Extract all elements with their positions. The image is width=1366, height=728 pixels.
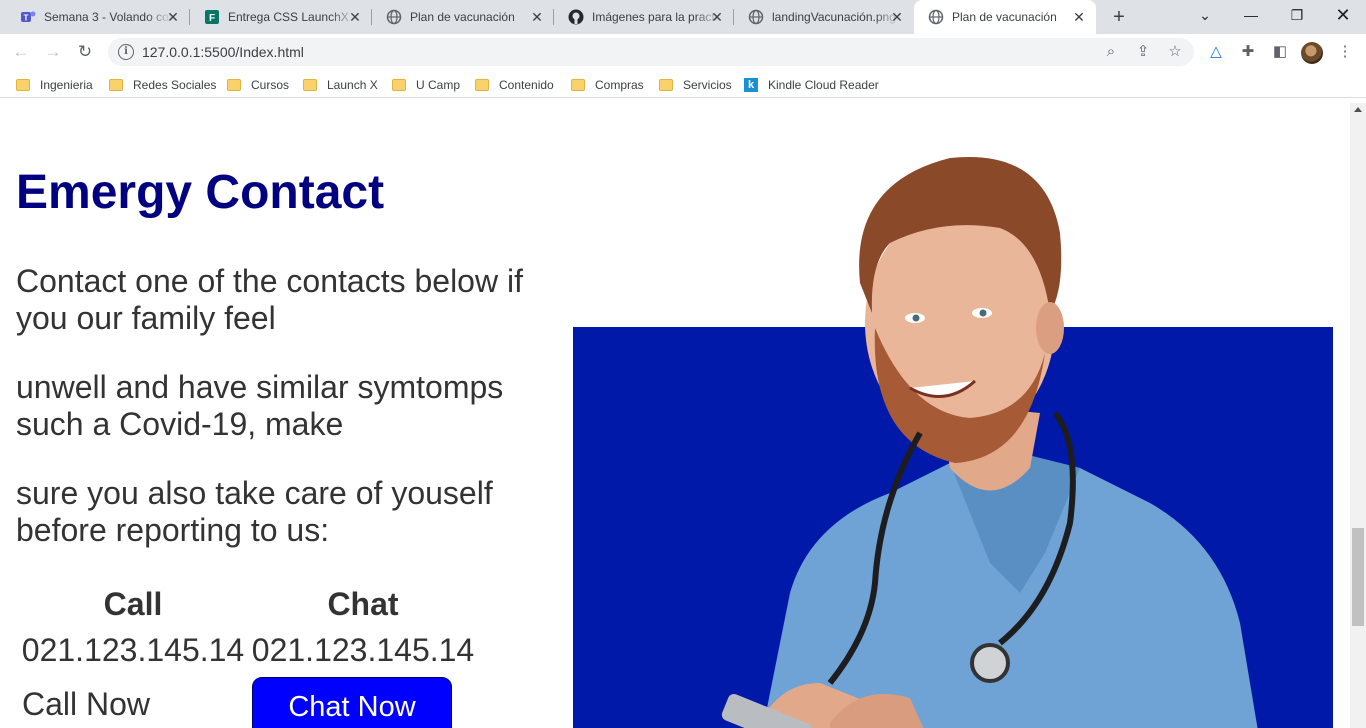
reload-button[interactable]: ↻ (74, 41, 96, 63)
folder-icon (109, 79, 123, 91)
tab-plan-vacunacion-1[interactable]: Plan de vacunación ✕ (372, 0, 554, 34)
page-heading: Emergy Contact (16, 166, 385, 219)
svg-text:T: T (24, 14, 29, 23)
url-text: 127.0.0.1:5500/Index.html (142, 44, 304, 60)
bookmark-cursos[interactable]: Cursos (227, 75, 289, 95)
side-panel-icon[interactable]: ◧ (1271, 43, 1289, 61)
tab-semana-3[interactable]: T Semana 3 - Volando con CSS ✕ (6, 0, 190, 34)
bookmarks-bar: Ingenieria Redes Sociales Cursos Launch … (0, 70, 1366, 98)
extensions-icon[interactable]: ✚ (1239, 43, 1257, 61)
bookmark-label: Servicios (683, 78, 732, 92)
forward-button[interactable]: → (42, 41, 64, 63)
intro-paragraph-3: sure you also take care of youself befor… (16, 475, 493, 548)
bookmark-ingenieria[interactable]: Ingenieria (16, 75, 93, 95)
chat-header: Chat (327, 586, 399, 622)
folder-icon (16, 79, 30, 91)
globe-icon (748, 9, 764, 25)
tab-title: Entrega CSS LaunchX (228, 10, 349, 24)
folder-icon (571, 79, 585, 91)
minimize-button[interactable]: — (1228, 0, 1274, 30)
tab-imagenes-practica[interactable]: Imágenes para la practica ✕ (554, 0, 734, 34)
vertical-scrollbar[interactable] (1350, 103, 1366, 728)
chat-number: 021.123.145.14 (251, 632, 475, 668)
profile-avatar[interactable] (1301, 42, 1323, 64)
page-viewport: Emergy Contact Contact one of the contac… (0, 103, 1350, 728)
back-button[interactable]: ← (10, 41, 32, 63)
intro-paragraph-1: Contact one of the contacts below if you… (16, 263, 523, 336)
drive-extension-icon[interactable]: △ (1207, 43, 1225, 61)
close-icon[interactable]: ✕ (1072, 10, 1086, 24)
bookmark-servicios[interactable]: Servicios (659, 75, 732, 95)
close-icon[interactable]: ✕ (348, 10, 362, 24)
bookmark-contenido[interactable]: Contenido (475, 75, 554, 95)
tab-title: landingVacunación.png (772, 10, 896, 24)
bookmark-label: Ingenieria (40, 78, 93, 92)
bookmark-kindle[interactable]: k Kindle Cloud Reader (744, 75, 879, 95)
globe-icon (928, 9, 944, 25)
folder-icon (303, 79, 317, 91)
bookmark-label: Compras (595, 78, 644, 92)
svg-text:F: F (209, 13, 215, 24)
scrollbar-thumb[interactable] (1352, 528, 1364, 626)
close-window-button[interactable]: ✕ (1320, 0, 1366, 30)
folder-icon (659, 79, 673, 91)
folder-icon (392, 79, 406, 91)
close-icon[interactable]: ✕ (166, 10, 180, 24)
tab-landing-png[interactable]: landingVacunación.png ✕ (734, 0, 914, 34)
globe-icon (386, 9, 402, 25)
bookmark-label: U Camp (416, 78, 461, 92)
address-bar[interactable]: i 127.0.0.1:5500/Index.html ⌕ ⇪ ☆ (108, 38, 1194, 66)
tab-title: Plan de vacunación (410, 10, 515, 24)
bookmark-label: Contenido (499, 78, 554, 92)
call-number: 021.123.145.14 (21, 632, 245, 668)
close-icon[interactable]: ✕ (530, 10, 544, 24)
scroll-up-arrow-icon[interactable] (1354, 107, 1362, 112)
restore-button[interactable]: ❐ (1274, 0, 1320, 30)
chat-now-button[interactable]: Chat Now (252, 677, 452, 728)
tab-strip: T Semana 3 - Volando con CSS ✕ F Entrega… (0, 0, 1366, 34)
close-icon[interactable]: ✕ (890, 10, 904, 24)
bookmark-label: Kindle Cloud Reader (768, 78, 879, 92)
kindle-icon: k (744, 78, 758, 92)
tab-plan-vacunacion-active[interactable]: Plan de vacunación ✕ (914, 0, 1096, 34)
bookmark-label: Cursos (251, 78, 290, 92)
tab-title: Imágenes para la practica (592, 10, 720, 24)
folder-icon (227, 79, 241, 91)
bookmark-star-icon[interactable]: ☆ (1166, 43, 1184, 61)
bookmark-compras[interactable]: Compras (571, 75, 644, 95)
bookmark-redes-sociales[interactable]: Redes Sociales (109, 75, 216, 95)
teams-icon: T (21, 11, 36, 23)
site-info-icon[interactable]: i (118, 44, 134, 60)
menu-icon[interactable]: ⋮ (1336, 43, 1354, 61)
share-icon[interactable]: ⇪ (1134, 43, 1152, 61)
github-icon (568, 9, 584, 25)
tab-search-button[interactable]: ⌄ (1182, 0, 1228, 30)
folder-icon (475, 79, 489, 91)
doctor-image (721, 156, 1258, 728)
tab-title: Plan de vacunación (952, 10, 1057, 24)
close-icon[interactable]: ✕ (710, 10, 724, 24)
call-header: Call (103, 586, 163, 622)
zoom-icon[interactable]: ⌕ (1102, 43, 1120, 61)
browser-toolbar: ← → ↻ i 127.0.0.1:5500/Index.html ⌕ ⇪ ☆ … (0, 34, 1366, 70)
call-now-link[interactable]: Call Now (22, 686, 150, 723)
tab-title: Semana 3 - Volando con CSS (44, 10, 172, 24)
intro-paragraph-2: unwell and have similar symtomps such a … (16, 369, 504, 442)
bookmark-u-camp[interactable]: U Camp (392, 75, 460, 95)
bookmark-launch-x[interactable]: Launch X (303, 75, 378, 95)
bookmark-label: Launch X (327, 78, 378, 92)
tab-entrega-css[interactable]: F Entrega CSS LaunchX ✕ (190, 0, 372, 34)
bookmark-label: Redes Sociales (133, 78, 217, 92)
forms-icon: F (205, 10, 219, 24)
new-tab-button[interactable]: + (1108, 7, 1130, 29)
